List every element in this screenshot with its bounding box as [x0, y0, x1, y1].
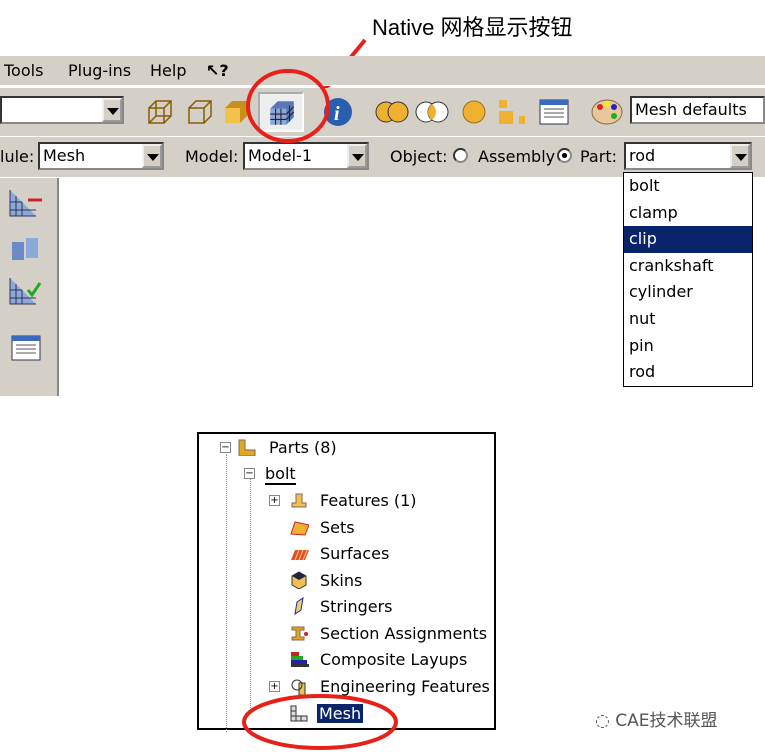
menu-tools[interactable]: Tools: [4, 61, 43, 80]
tree-item-stringers[interactable]: Stringers: [320, 597, 393, 616]
part-dropdown-list: bolt clamp clip crankshaft cylinder nut …: [623, 172, 753, 387]
parts-icon: [238, 439, 256, 456]
table-icon[interactable]: [538, 98, 570, 126]
toolbox: [0, 178, 57, 396]
dropdown-option[interactable]: bolt: [624, 173, 752, 200]
section-assignments-icon: [291, 626, 308, 641]
module-label: lule:: [0, 147, 35, 166]
mesh-highlight-circle: [242, 694, 398, 750]
skins-icon: [291, 571, 307, 589]
context-bar: lule: Mesh Model: Model-1 Object: Assemb…: [0, 137, 765, 177]
dropdown-option[interactable]: cylinder: [624, 279, 752, 306]
tree-item-surfaces[interactable]: Surfaces: [320, 544, 389, 563]
part-radio[interactable]: [557, 148, 572, 163]
toolbar: i Mesh defaults: [0, 88, 765, 136]
dropdown-option[interactable]: clamp: [624, 200, 752, 227]
model-label: Model:: [185, 147, 239, 166]
expand-toggle[interactable]: +: [269, 495, 280, 506]
tree-item-parts[interactable]: Parts (8): [269, 438, 337, 457]
assembly-label: Assembly: [478, 147, 556, 166]
watermark: ◌ CAE技术联盟: [595, 706, 718, 731]
tree-item-sets[interactable]: Sets: [320, 518, 355, 537]
dropdown-option[interactable]: crankshaft: [624, 253, 752, 280]
menu-help[interactable]: Help: [150, 61, 186, 80]
menu-bar: Tools Plug-ins Help ↖?: [0, 56, 765, 86]
dropdown-option[interactable]: rod: [624, 359, 752, 386]
model-value: Model-1: [248, 146, 312, 165]
seed-part-icon[interactable]: [8, 188, 44, 218]
object-label: Object:: [390, 147, 448, 166]
wireframe-icon[interactable]: [146, 98, 174, 126]
sphere-icon[interactable]: [460, 98, 488, 126]
tree-item-composite-layups[interactable]: Composite Layups: [320, 650, 467, 669]
color-palette-icon[interactable]: [590, 98, 624, 126]
dropdown-option[interactable]: nut: [624, 306, 752, 333]
tree-item-features[interactable]: Features (1): [320, 491, 417, 510]
part-value: rod: [629, 146, 656, 165]
assembly-radio[interactable]: [453, 148, 468, 163]
features-icon: [291, 493, 307, 508]
tree-item-skins[interactable]: Skins: [320, 571, 362, 590]
view-combo[interactable]: [0, 96, 124, 124]
sets-icon: [290, 521, 309, 536]
dropdown-option[interactable]: pin: [624, 333, 752, 360]
model-tree: − Parts (8) − bolt + Features (1) Sets S…: [197, 432, 496, 732]
composite-layups-icon: [291, 652, 309, 667]
mesh-controls-icon[interactable]: [8, 236, 44, 266]
table-icon[interactable]: [10, 334, 44, 364]
dropdown-option[interactable]: clip: [624, 226, 752, 253]
highlight-circle: [246, 69, 330, 143]
tree-item-bolt[interactable]: bolt: [265, 464, 296, 485]
watermark-text: CAE技术联盟: [615, 711, 718, 731]
collapse-toggle[interactable]: −: [220, 442, 231, 453]
module-value: Mesh: [43, 146, 86, 165]
part-select[interactable]: rod: [624, 142, 752, 170]
boolean-intersect-icon[interactable]: [414, 98, 450, 126]
verify-mesh-icon[interactable]: [8, 276, 44, 306]
render-style-field[interactable]: Mesh defaults: [630, 96, 765, 124]
hidden-line-icon[interactable]: [186, 98, 214, 126]
boolean-union-icon[interactable]: [374, 98, 410, 126]
module-select[interactable]: Mesh: [38, 142, 164, 170]
model-select[interactable]: Model-1: [243, 142, 369, 170]
context-help-button[interactable]: ↖?: [206, 61, 229, 80]
surfaces-icon: [291, 549, 309, 561]
part-label: Part:: [580, 147, 617, 166]
wechat-icon: ◌: [595, 711, 616, 731]
tree-item-section-assignments[interactable]: Section Assignments: [320, 624, 487, 643]
menu-plugins[interactable]: Plug-ins: [68, 61, 131, 80]
stringers-icon: [294, 597, 304, 615]
part-tree-icon[interactable]: [497, 98, 529, 126]
collapse-toggle[interactable]: −: [244, 468, 255, 479]
